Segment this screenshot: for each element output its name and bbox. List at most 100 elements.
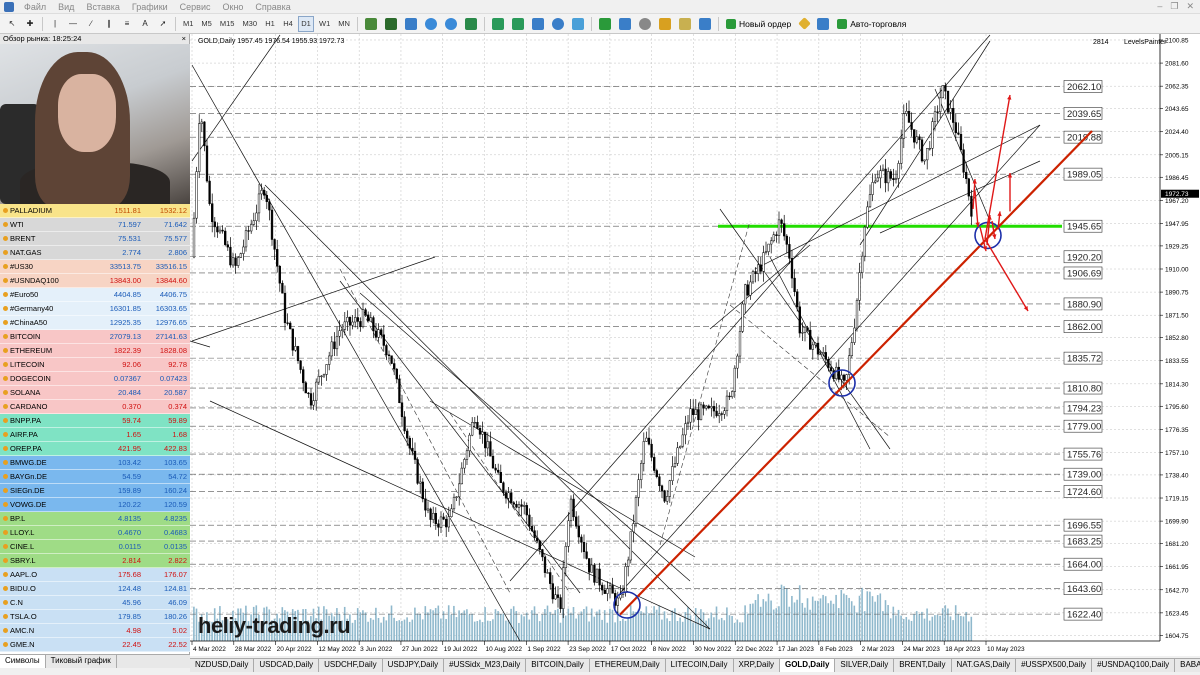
symbol-row[interactable]: SIEGn.DE 159.89 160.24 xyxy=(0,484,190,498)
menu-view[interactable]: Вид xyxy=(52,2,80,12)
menu-insert[interactable]: Вставка xyxy=(80,2,125,12)
close-icon[interactable]: ✕ xyxy=(1186,1,1194,12)
symbol-row[interactable]: AMC.N 4.98 5.02 xyxy=(0,624,190,638)
symbol-row[interactable]: PALLADIUM 1511.81 1532.12 xyxy=(0,204,190,218)
symbol-row[interactable]: TSLA.O 179.85 180.26 xyxy=(0,610,190,624)
symbol-row[interactable]: GME.N 22.45 22.52 xyxy=(0,638,190,652)
tf-h1[interactable]: H1 xyxy=(262,16,278,32)
restore-icon[interactable]: ❐ xyxy=(1170,1,1178,12)
symbol-row[interactable]: AAPL.O 175.68 176.07 xyxy=(0,568,190,582)
menu-window[interactable]: Окно xyxy=(217,2,250,12)
tf-m15[interactable]: M15 xyxy=(217,16,238,32)
menu-tools[interactable]: Сервис xyxy=(174,2,217,12)
new-order-button[interactable]: Новый ордер xyxy=(723,18,794,29)
tf-m1[interactable]: M1 xyxy=(180,16,196,32)
chart-tab[interactable]: #USSPX500,Daily xyxy=(1016,659,1093,672)
symbol-row[interactable]: AIRF.PA 1.65 1.68 xyxy=(0,428,190,442)
chart-shift-icon[interactable] xyxy=(509,16,527,32)
arrows-icon[interactable]: ➚ xyxy=(155,16,171,32)
tf-d1[interactable]: D1 xyxy=(298,15,315,32)
gold-icon[interactable] xyxy=(796,16,812,32)
symbol-row[interactable]: BMWG.DE 103.42 103.65 xyxy=(0,456,190,470)
tf-h4[interactable]: H4 xyxy=(280,16,296,32)
chart-tab[interactable]: #USNDAQ100,Daily xyxy=(1092,659,1176,672)
symbol-row[interactable]: ETHEREUM 1822.39 1828.08 xyxy=(0,344,190,358)
line-chart-icon[interactable] xyxy=(402,16,420,32)
symbol-row[interactable]: VOWG.DE 120.22 120.59 xyxy=(0,498,190,512)
chart-tab[interactable]: NZDUSD,Daily xyxy=(190,659,255,672)
symbol-row[interactable]: CINE.L 0.0115 0.0135 xyxy=(0,540,190,554)
candle-chart-icon[interactable] xyxy=(382,16,400,32)
channel-icon[interactable]: ∥ xyxy=(101,16,117,32)
chart-tab[interactable]: LITECOIN,Daily xyxy=(666,659,734,672)
autoscroll-icon[interactable] xyxy=(489,16,507,32)
symbol-row[interactable]: LITECOIN 92.06 92.78 xyxy=(0,358,190,372)
symbol-row[interactable]: SBRY.L 2.814 2.822 xyxy=(0,554,190,568)
symbol-row[interactable]: #Germany40 16301.85 16303.65 xyxy=(0,302,190,316)
chart-tab[interactable]: USDJPY,Daily xyxy=(383,659,445,672)
symbol-row[interactable]: NAT.GAS 2.774 2.806 xyxy=(0,246,190,260)
chart-tab[interactable]: #USSidx_M23,Daily xyxy=(444,659,527,672)
symbol-row[interactable]: C.N 45.96 46.09 xyxy=(0,596,190,610)
symbol-row[interactable]: SOLANA 20.484 20.587 xyxy=(0,386,190,400)
symbol-row[interactable]: OREP.PA 421.95 422.83 xyxy=(0,442,190,456)
editor-icon[interactable] xyxy=(696,16,714,32)
bar-chart-icon[interactable] xyxy=(362,16,380,32)
menu-help[interactable]: Справка xyxy=(249,2,296,12)
horizontal-line-icon[interactable]: — xyxy=(65,16,81,32)
tile-windows-icon[interactable] xyxy=(462,16,480,32)
gold-chart-window[interactable]: 2062.102039.652019.881989.051945.651920.… xyxy=(189,34,1200,656)
chart-tab[interactable]: BABA.N,Daily xyxy=(1175,659,1200,672)
symbol-row[interactable]: DOGECOIN 0.07367 0.07423 xyxy=(0,372,190,386)
signals-icon[interactable] xyxy=(814,16,832,32)
text-icon[interactable]: A xyxy=(137,16,153,32)
auto-trading-button[interactable]: Авто-торговля xyxy=(834,18,909,29)
symbol-row[interactable]: BAYGn.DE 54.59 54.72 xyxy=(0,470,190,484)
menu-charts[interactable]: Графики xyxy=(126,2,174,12)
tf-m5[interactable]: M5 xyxy=(198,16,214,32)
crosshair-icon[interactable]: ✚ xyxy=(22,16,38,32)
navigator-icon[interactable] xyxy=(616,16,634,32)
symbol-row[interactable]: BITCOIN 27079.13 27141.63 xyxy=(0,330,190,344)
tf-m30[interactable]: M30 xyxy=(239,16,260,32)
tab-symbols[interactable]: Символы xyxy=(0,655,46,668)
symbol-row[interactable]: WTI 71.597 71.642 xyxy=(0,218,190,232)
chart-tab[interactable]: ETHEREUM,Daily xyxy=(590,659,666,672)
menu-file[interactable]: Файл xyxy=(18,2,52,12)
fibo-icon[interactable]: ≡ xyxy=(119,16,135,32)
symbol-row[interactable]: BP.L 4.8135 4.8235 xyxy=(0,512,190,526)
tester-icon[interactable] xyxy=(676,16,694,32)
vertical-line-icon[interactable]: | xyxy=(47,16,63,32)
chart-tab[interactable]: USDCAD,Daily xyxy=(254,659,320,672)
cursor-icon[interactable]: ↖ xyxy=(4,16,20,32)
options-icon[interactable] xyxy=(636,16,654,32)
chart-tab[interactable]: BRENT,Daily xyxy=(894,659,952,672)
zoom-in-icon[interactable] xyxy=(422,16,440,32)
chart-tab[interactable]: GOLD,Daily xyxy=(779,659,836,672)
symbol-row[interactable]: #Euro50 4404.85 4406.75 xyxy=(0,288,190,302)
periods-icon[interactable] xyxy=(549,16,567,32)
symbol-row[interactable]: #USNDAQ100 13843.00 13844.60 xyxy=(0,274,190,288)
trendline-icon[interactable]: ∕ xyxy=(83,16,99,32)
tf-mn[interactable]: MN xyxy=(335,16,353,32)
chart-tab[interactable]: BITCOIN,Daily xyxy=(526,659,590,672)
chart-tab[interactable]: NAT.GAS,Daily xyxy=(952,659,1017,672)
zoom-out-icon[interactable] xyxy=(442,16,460,32)
symbol-row[interactable]: BIDU.O 124.48 124.81 xyxy=(0,582,190,596)
symbol-row[interactable]: LLOY.L 0.4670 0.4683 xyxy=(0,526,190,540)
symbol-row[interactable]: #ChinaA50 12925.35 12976.65 xyxy=(0,316,190,330)
chart-tab[interactable]: USDCHF,Daily xyxy=(319,659,383,672)
close-panel-icon[interactable]: × xyxy=(182,34,189,44)
tab-tick-chart[interactable]: Тиковый график xyxy=(46,655,117,668)
chart-tab[interactable]: SILVER,Daily xyxy=(835,659,895,672)
experts-icon[interactable] xyxy=(656,16,674,32)
chart-tab[interactable]: XRP,Daily xyxy=(734,659,780,672)
symbol-row[interactable]: BNPP.PA 59.74 59.89 xyxy=(0,414,190,428)
tf-w1[interactable]: W1 xyxy=(316,16,333,32)
terminal-icon[interactable] xyxy=(596,16,614,32)
templates-icon[interactable] xyxy=(569,16,587,32)
indicators-icon[interactable] xyxy=(529,16,547,32)
minimize-icon[interactable]: – xyxy=(1157,1,1162,12)
symbol-row[interactable]: BRENT 75.531 75.577 xyxy=(0,232,190,246)
symbol-row[interactable]: CARDANO 0.370 0.374 xyxy=(0,400,190,414)
